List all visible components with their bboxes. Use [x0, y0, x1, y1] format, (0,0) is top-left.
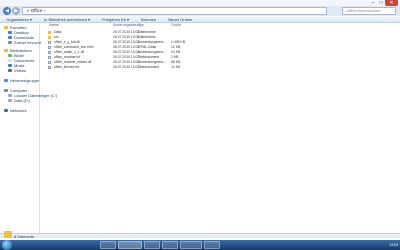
- taskbar-button[interactable]: [100, 241, 116, 249]
- taskbar: 13:03: [0, 240, 400, 250]
- drive-icon: [8, 94, 12, 97]
- share-with-button[interactable]: Freigeben für ▾: [96, 17, 135, 22]
- system-clock[interactable]: 13:03: [389, 240, 398, 250]
- html-file-icon: [48, 46, 51, 49]
- text-file-icon: [48, 66, 51, 69]
- nav-label: Netzwerk: [10, 108, 27, 113]
- file-icon: [48, 61, 51, 64]
- drive-icon: [8, 99, 12, 102]
- network-icon: [4, 109, 8, 112]
- navigation-pane: Favoriten Desktop Downloads Zuletzt besu…: [0, 23, 57, 233]
- include-in-library-button[interactable]: In Bibliothek aufnehmen ▾: [38, 17, 96, 22]
- text-file-icon: [48, 56, 51, 59]
- taskbar-button[interactable]: [180, 241, 202, 249]
- file-date: 26.07.2010 13:02: [113, 65, 140, 69]
- file-name: office_license.txt: [54, 65, 80, 69]
- folder-icon: [48, 31, 51, 34]
- column-size-header[interactable]: Größe: [171, 23, 181, 28]
- details-pane: 8 Elemente: [0, 231, 400, 239]
- file-row[interactable]: office_license.txt 26.07.2010 13:02 Text…: [41, 65, 400, 70]
- nav-recent[interactable]: Zuletzt besucht: [8, 40, 41, 45]
- file-icon: [48, 51, 51, 54]
- download-icon: [8, 36, 12, 39]
- pictures-icon: [8, 54, 12, 57]
- nav-homegroup[interactable]: Heimnetzgruppe: [4, 78, 39, 83]
- column-date-header[interactable]: Änderungsdatum: [113, 23, 140, 28]
- folder-icon: [4, 231, 12, 238]
- music-icon: [8, 64, 12, 67]
- file-icon: [48, 41, 51, 44]
- column-name-header[interactable]: Name: [49, 23, 59, 28]
- item-count: 8 Elemente: [14, 234, 35, 239]
- taskbar-button[interactable]: [144, 241, 160, 249]
- folder-icon: [48, 36, 51, 39]
- star-icon: [4, 26, 8, 29]
- taskbar-button[interactable]: [204, 241, 220, 249]
- taskbar-button[interactable]: [118, 241, 142, 249]
- back-arrow-icon[interactable]: ◀: [3, 7, 11, 15]
- nav-network[interactable]: Netzwerk: [4, 108, 27, 113]
- nav-drive-d[interactable]: Data (D:): [8, 98, 30, 103]
- taskbar-button[interactable]: [162, 241, 178, 249]
- forward-arrow-icon[interactable]: ▶: [12, 7, 20, 15]
- new-folder-button[interactable]: Neuer Ordner: [162, 17, 198, 22]
- nav-videos[interactable]: Videos: [8, 68, 26, 73]
- nav-label: Data (D:): [14, 98, 31, 103]
- nav-label: Videos: [14, 68, 27, 73]
- organize-button[interactable]: Organisieren ▾: [0, 17, 38, 22]
- desktop-icon: [8, 31, 12, 34]
- burn-button[interactable]: Brennen: [135, 17, 162, 22]
- file-list: Name Änderungsdatum Typ Größe Data 26.07…: [41, 23, 400, 233]
- column-headers: Name Änderungsdatum Typ Größe: [41, 23, 400, 28]
- address-input[interactable]: « Office ›: [22, 7, 327, 15]
- homegroup-icon: [4, 79, 8, 82]
- column-type-header[interactable]: Typ: [138, 23, 144, 28]
- documents-icon: [8, 59, 12, 62]
- nav-label: Zuletzt besucht: [14, 40, 42, 45]
- library-icon: [4, 49, 8, 52]
- videos-icon: [8, 69, 12, 72]
- command-toolbar: Organisieren ▾ In Bibliothek aufnehmen ▾…: [0, 16, 400, 23]
- nav-label: Heimnetzgruppe: [10, 78, 40, 83]
- computer-icon: [4, 89, 8, 92]
- file-size: 12 KB: [171, 65, 181, 69]
- start-button[interactable]: [2, 240, 12, 250]
- recent-places-icon: [8, 41, 12, 44]
- file-type: Textdokument: [138, 65, 160, 69]
- search-input[interactable]: Office durchsuchen: [342, 7, 396, 15]
- address-bar-row: ◀ ▶ « Office › Office durchsuchen: [0, 6, 400, 16]
